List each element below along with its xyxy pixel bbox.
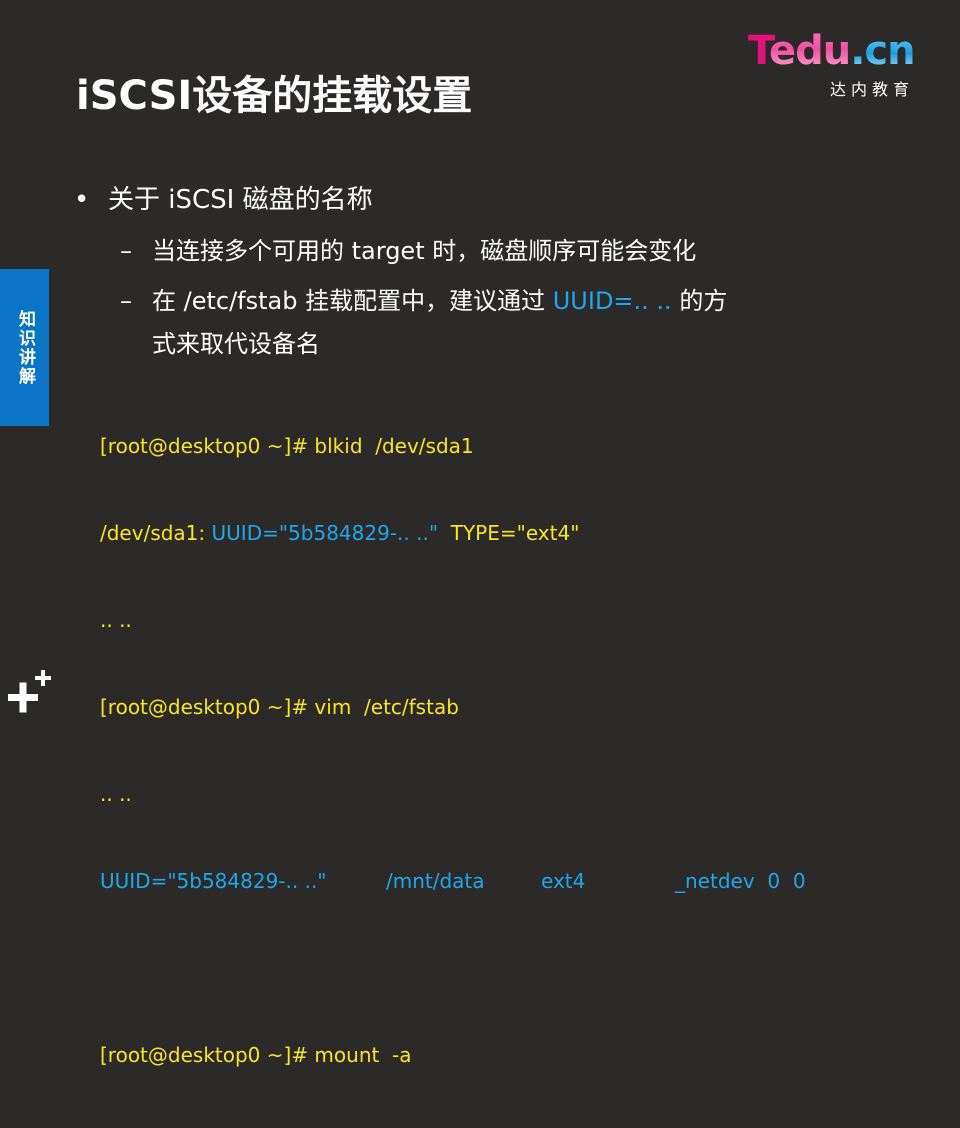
code-line-blkid-output: /dev/sda1: UUID="5b584829-.. .." TYPE="e…	[100, 519, 579, 548]
sub-bullet-1-text: 当连接多个可用的 target 时，磁盘顺序可能会变化	[152, 237, 697, 265]
code-type: TYPE="ext4"	[438, 521, 580, 545]
fstab-options: _netdev 0 0	[675, 869, 806, 893]
logo-edu: edu	[768, 28, 851, 74]
sub-bullet-dash: –	[120, 237, 132, 265]
slide: Tedu.cn 达内教育 iSCSI设备的挂载设置 知识讲解 • 关于 iSCSI…	[0, 0, 960, 1067]
logo-wordmark: Tedu.cn	[748, 28, 916, 74]
bullet-main: • 关于 iSCSI 磁盘的名称	[74, 180, 373, 220]
code-uuid: UUID="5b584829-.. .."	[211, 521, 439, 545]
code-ellipsis: .. ..	[100, 608, 132, 632]
sub-bullet-2: – 在 /etc/fstab 挂载配置中，建议通过 UUID=.. .. 的方	[120, 283, 727, 319]
side-tab-label: 知识讲解	[15, 309, 35, 386]
sub-bullet-2-continuation: 式来取代设备名	[152, 330, 320, 358]
code-ellipsis: .. ..	[100, 782, 132, 806]
logo-letter-t: T	[748, 28, 770, 74]
logo-dot-cn: .cn	[850, 28, 915, 74]
sub-bullet-2-suffix: 的方	[671, 287, 728, 315]
fstab-fstype: ext4	[541, 869, 586, 893]
side-tab: 知识讲解	[0, 269, 49, 426]
code-line-blkid: [root@desktop0 ~]# blkid /dev/sda1	[100, 434, 474, 458]
tedu-logo: Tedu.cn 达内教育	[748, 28, 930, 99]
sub-bullet-2-highlight: UUID=.. ..	[552, 287, 672, 315]
code-line-vim: [root@desktop0 ~]# vim /etc/fstab	[100, 695, 459, 719]
logo-subtitle: 达内教育	[830, 80, 915, 99]
sub-bullet-1: – 当连接多个可用的 target 时，磁盘顺序可能会变化	[120, 233, 696, 269]
sub-bullet-2-prefix: 在 /etc/fstab 挂载配置中，建议通过	[152, 287, 553, 315]
fstab-mountpoint: /mnt/data	[386, 869, 485, 893]
fstab-uuid: UUID="5b584829-.. .."	[100, 869, 327, 893]
fstab-entry: UUID="5b584829-.. .." /mnt/data ext4 _netde…	[100, 867, 806, 896]
plus-plus-icon	[8, 670, 51, 713]
slide-title: iSCSI设备的挂载设置	[76, 73, 473, 119]
sub-bullet-dash: –	[120, 287, 132, 315]
code-device: /dev/sda1:	[100, 521, 212, 545]
code-line-mount: [root@desktop0 ~]# mount -a	[100, 1043, 412, 1067]
code-block: [root@desktop0 ~]# blkid /dev/sda1 /dev/…	[100, 374, 806, 1128]
bullet-main-text: 关于 iSCSI 磁盘的名称	[108, 185, 373, 215]
bullet-dot: •	[74, 185, 90, 215]
